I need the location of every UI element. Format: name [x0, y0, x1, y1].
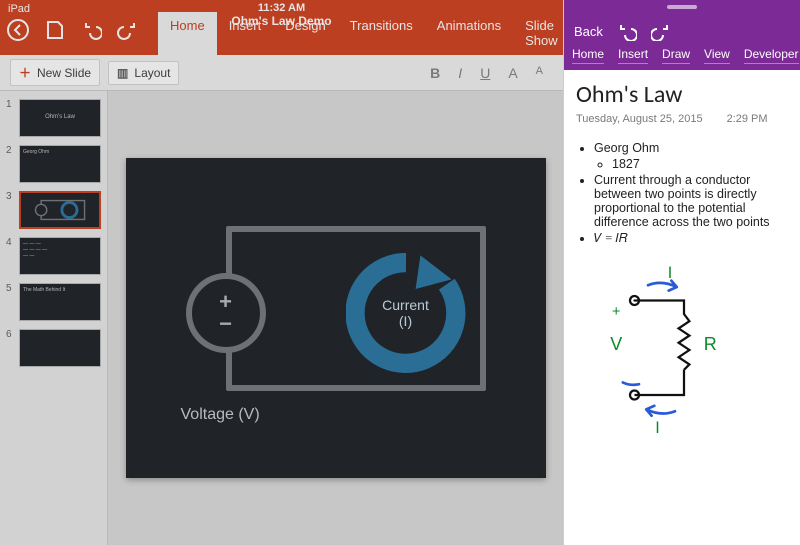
thumb-number: 2	[6, 145, 14, 183]
thumb-number: 5	[6, 283, 14, 321]
page-time: 2:29 PM	[727, 113, 768, 125]
svg-text:I: I	[668, 264, 673, 282]
device-label: iPad	[8, 3, 30, 15]
svg-text:I: I	[655, 419, 660, 437]
slide-thumbnails: 1Ohm's Law 2Georg Ohm 3 4— — —— — — —— —…	[0, 91, 108, 545]
list-item: Georg Ohm 1827	[594, 141, 788, 171]
ppt-body: 1Ohm's Law 2Georg Ohm 3 4— — —— — — —— —…	[0, 91, 563, 545]
new-slide-label: New Slide	[37, 66, 91, 80]
powerpoint-app: iPad 11:32 AM Ohm's Law Demo Home Insert…	[0, 0, 563, 545]
onenote-app: Back Home Insert Draw View Developer Ohm…	[563, 0, 800, 545]
font-highlight-button[interactable]: A	[536, 65, 543, 81]
list-item: 1827	[612, 157, 788, 171]
slide-thumbnail[interactable]: The Math Behind It	[19, 283, 101, 321]
back-circle-icon[interactable]	[6, 18, 30, 42]
redo-icon[interactable]	[116, 19, 138, 41]
tab-home[interactable]: Home	[572, 47, 604, 64]
current-arrow: Current (I)	[346, 253, 466, 373]
layout-icon: ▥	[117, 66, 128, 80]
file-icon[interactable]	[44, 19, 66, 41]
tab-draw[interactable]: Draw	[662, 47, 690, 64]
svg-text:+: +	[612, 304, 620, 320]
tab-transitions[interactable]: Transitions	[338, 12, 425, 55]
back-button[interactable]: Back	[574, 24, 603, 39]
tab-slideshow[interactable]: Slide Show	[513, 12, 570, 55]
slideover-handle[interactable]	[667, 5, 697, 9]
undo-icon[interactable]	[617, 21, 637, 41]
slide-canvas[interactable]: + − Current (I) Voltage (V)	[108, 91, 563, 545]
plus-icon: +	[219, 293, 232, 311]
thumb-number: 6	[6, 329, 14, 367]
onenote-tabs: Home Insert Draw View Developer	[564, 47, 800, 70]
format-controls: B I U A A	[430, 65, 553, 81]
tab-insert[interactable]: Insert	[217, 12, 274, 55]
thumb-number: 1	[6, 99, 14, 137]
thumb-number: 4	[6, 237, 14, 275]
note-content[interactable]: Georg Ohm 1827 Current through a conduct…	[576, 141, 788, 246]
slide-thumbnail[interactable]	[19, 329, 101, 367]
ppt-ribbon-tabs: Home Insert Design Transitions Animation…	[158, 12, 570, 55]
minus-icon: −	[219, 315, 232, 333]
font-color-button[interactable]: A	[508, 65, 517, 81]
italic-button[interactable]: I	[458, 65, 462, 81]
svg-text:R: R	[704, 334, 717, 354]
slide-thumbnail[interactable]: — — —— — — —— —	[19, 237, 101, 275]
onenote-page[interactable]: Ohm's Law Tuesday, August 25, 2015 2:29 …	[564, 70, 800, 545]
thumb-number: 3	[6, 191, 14, 229]
new-slide-button[interactable]: ＋ New Slide	[10, 59, 100, 86]
svg-text:V: V	[610, 334, 622, 354]
ppt-toolbar: ＋ New Slide ▥ Layout B I U A A	[0, 55, 563, 91]
list-item: 𝑉 = 𝐼𝑅	[594, 231, 788, 246]
ppt-header: iPad 11:32 AM Ohm's Law Demo Home Insert…	[0, 0, 563, 55]
tab-animations[interactable]: Animations	[425, 12, 513, 55]
undo-icon[interactable]	[80, 19, 102, 41]
underline-button[interactable]: U	[480, 65, 490, 81]
current-label: Current (I)	[376, 297, 436, 329]
circuit-sketch: I I + V R	[576, 260, 756, 440]
onenote-header: Back Home Insert Draw View Developer	[564, 0, 800, 70]
plus-icon: ＋	[19, 64, 31, 81]
page-title[interactable]: Ohm's Law	[576, 80, 788, 109]
tab-design[interactable]: Design	[273, 12, 337, 55]
voltage-label: Voltage (V)	[181, 406, 260, 424]
tab-home[interactable]: Home	[158, 12, 217, 55]
layout-label: Layout	[134, 66, 170, 80]
redo-icon[interactable]	[651, 21, 671, 41]
tab-insert[interactable]: Insert	[618, 47, 648, 64]
tab-view[interactable]: View	[704, 47, 730, 64]
layout-button[interactable]: ▥ Layout	[108, 61, 179, 85]
slide-thumbnail[interactable]: Georg Ohm	[19, 145, 101, 183]
slide-content: + − Current (I) Voltage (V)	[126, 158, 546, 478]
slide-thumbnail[interactable]	[19, 191, 101, 229]
page-date: Tuesday, August 25, 2015	[576, 113, 703, 125]
voltage-source: + −	[186, 273, 266, 353]
tab-developer[interactable]: Developer	[744, 47, 799, 64]
bold-button[interactable]: B	[430, 65, 440, 81]
list-item: Current through a conductor between two …	[594, 173, 788, 229]
slide-thumbnail[interactable]: Ohm's Law	[19, 99, 101, 137]
